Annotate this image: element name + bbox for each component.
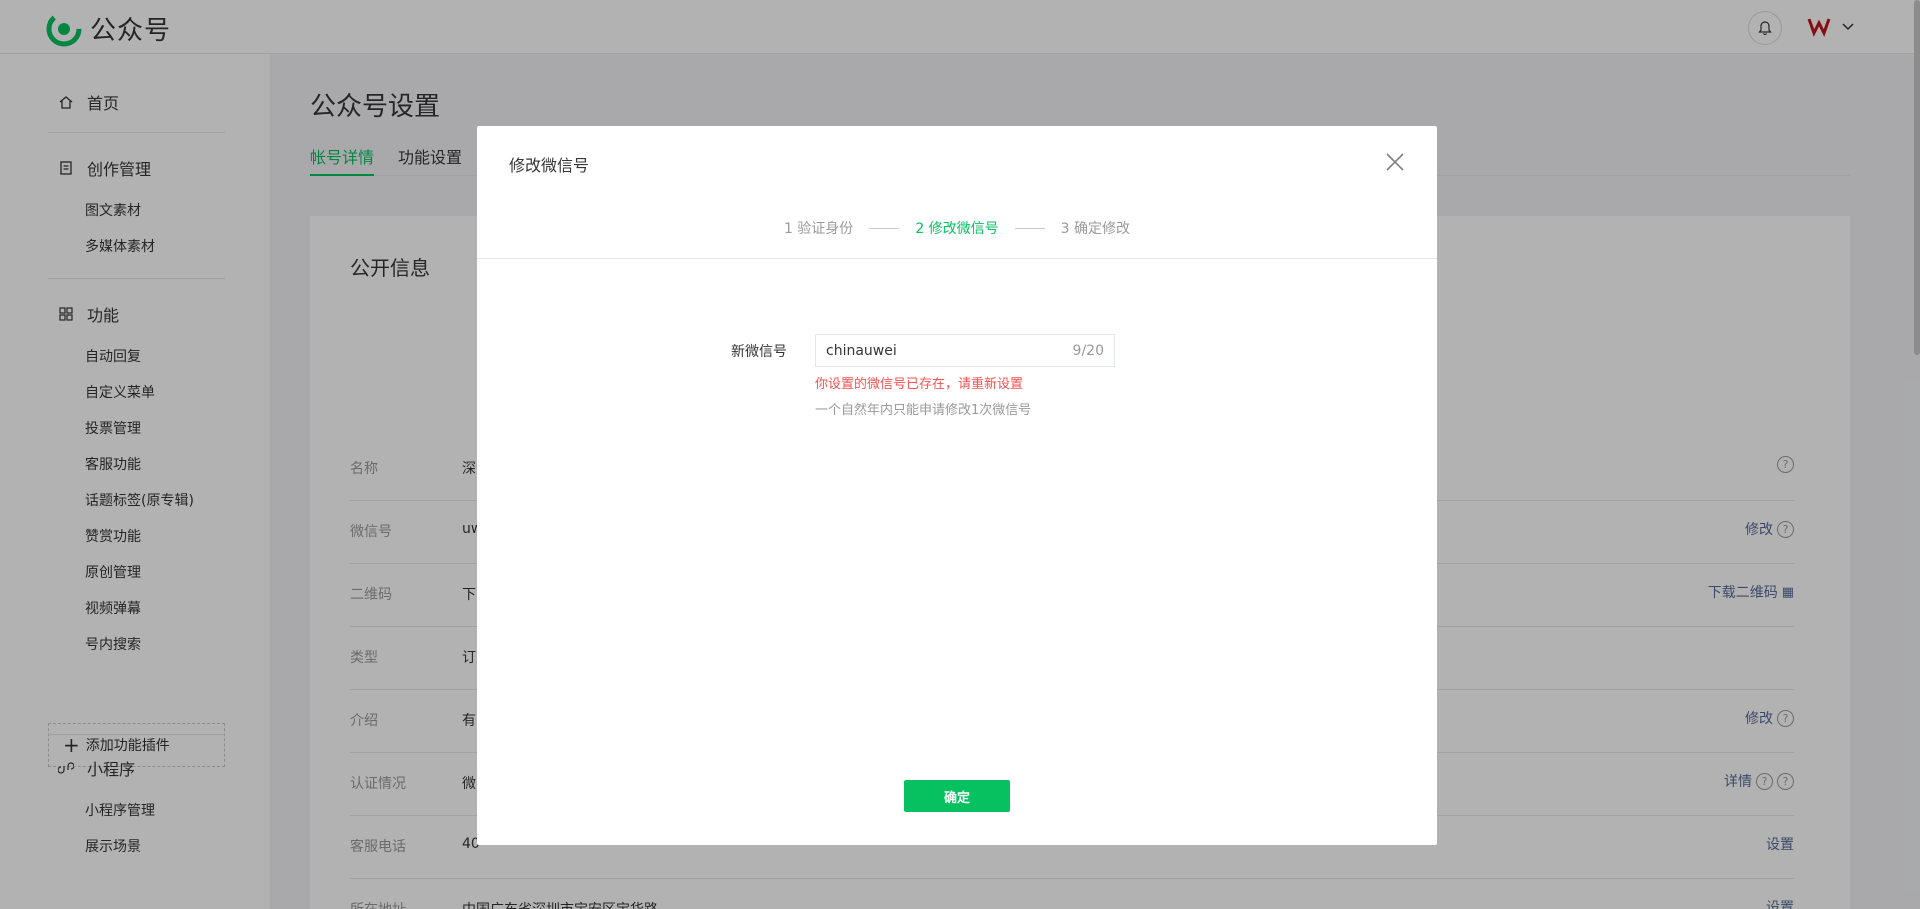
step-modify-wechat-id: 2 修改微信号 [915, 221, 999, 237]
new-wechat-id-label: 新微信号 [731, 344, 787, 360]
step-verify-identity: 1 验证身份 [783, 221, 854, 237]
step-connector [1014, 227, 1045, 229]
confirm-button[interactable]: 确定 [904, 780, 1010, 812]
step-confirm: 3 确定修改 [1060, 221, 1131, 237]
step-connector [869, 227, 900, 229]
stepper: 1 验证身份 2 修改微信号 3 确定修改 [477, 218, 1437, 238]
char-counter: 9/20 [1072, 342, 1104, 359]
divider [477, 258, 1437, 259]
new-wechat-id-input[interactable]: chinauwei 9/20 [815, 334, 1115, 367]
error-message: 你设置的微信号已存在，请重新设置 [815, 377, 1024, 392]
hint-text: 一个自然年内只能申请修改1次微信号 [815, 403, 1032, 418]
dialog-title: 修改微信号 [509, 156, 590, 175]
close-icon[interactable] [1383, 150, 1407, 174]
modify-wechat-id-dialog: 修改微信号 1 验证身份 2 修改微信号 3 确定修改 新微信号 chinauw… [477, 126, 1437, 845]
input-value: chinauwei [826, 342, 897, 359]
